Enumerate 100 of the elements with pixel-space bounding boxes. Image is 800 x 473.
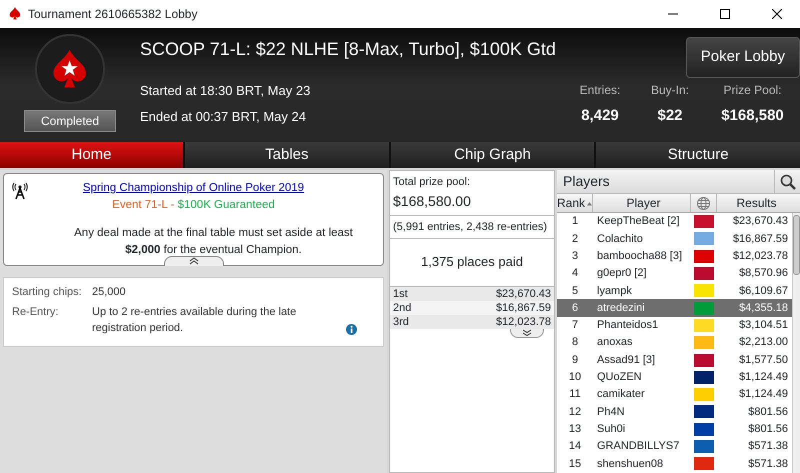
player-name: Suh0i	[596, 422, 626, 437]
player-row[interactable]: 6 atredezini $4,355.18	[557, 299, 792, 317]
tab[interactable]: Tables	[185, 142, 389, 168]
player-name: GRANDBILLYS7	[596, 439, 680, 454]
place-label: 1st	[393, 286, 408, 300]
rank-column-header[interactable]: Rank	[557, 194, 593, 212]
detail-label: Re-Entry:	[12, 304, 60, 320]
result-amount: $3,104.51	[738, 318, 789, 334]
stat-label: Prize Pool:	[723, 82, 782, 99]
tab[interactable]: Home	[0, 142, 183, 168]
result-amount: $4,355.18	[738, 300, 789, 316]
place-label: 3rd	[393, 314, 409, 328]
player-row[interactable]: 8 anoxas $2,213.00	[557, 334, 792, 352]
player-row[interactable]: 9 Assad91 [3] $1,577.50	[557, 351, 792, 369]
rank-text: 8	[570, 335, 580, 350]
result-amount: $12,023.78	[732, 248, 789, 264]
maximize-icon	[720, 9, 730, 19]
collapse-button[interactable]	[164, 256, 224, 266]
result-amount: $2,213.00	[738, 335, 789, 350]
detail-value: 25,000	[92, 285, 126, 300]
info-icon	[346, 324, 357, 334]
result-amount: $1,124.49	[738, 370, 789, 386]
scrollbar[interactable]	[792, 213, 800, 473]
entries-summary: (5,991 entries, 2,438 re-entries)	[390, 216, 554, 239]
players-title: Players	[562, 172, 611, 191]
player-name: g0epr0 [2]	[596, 266, 648, 282]
prize-pool-label: Total prize pool:	[393, 175, 472, 190]
rank-text: 6	[570, 300, 580, 316]
place-amount: $23,670.43	[496, 286, 551, 300]
stat-label: Entries:	[580, 82, 620, 99]
results-column-header[interactable]: Results	[717, 194, 800, 212]
antenna-tower-icon	[12, 182, 28, 200]
player-name: Phanteidos1	[596, 318, 660, 334]
rank-text: 9	[570, 352, 580, 368]
rank-text: 4	[570, 266, 580, 282]
player-row[interactable]: 5 lyampk $6,109.67	[557, 282, 792, 300]
player-name: bamboocha88 [3]	[596, 248, 684, 264]
player-row[interactable]: 3 bamboocha88 [3] $12,023.78	[557, 248, 792, 265]
result-amount: $6,109.67	[738, 284, 789, 299]
rank-text: 7	[570, 318, 580, 334]
close-icon	[772, 9, 782, 19]
search-icon	[780, 174, 796, 190]
tournament-title: SCOOP 71-L: $22 NLHE [8-Max, Turbo], $100K Gtd	[140, 38, 556, 61]
player-row[interactable]: 4 g0epr0 [2] $8,570.96	[557, 264, 792, 282]
rank-text: 14	[568, 439, 582, 454]
result-amount: $571.38	[747, 439, 789, 454]
separator: -	[170, 199, 176, 212]
rank-text: 1	[570, 214, 580, 230]
rank-text: 3	[570, 248, 580, 264]
player-row[interactable]: 14 GRANDBILLYS7 $571.38	[557, 438, 792, 456]
player-row[interactable]: 2 Colachito $16,867.59	[557, 230, 792, 248]
sort-up-icon	[587, 200, 592, 206]
place-amount: $12,023.78	[496, 314, 551, 328]
tab[interactable]: Structure	[596, 142, 800, 168]
rank-text: 12	[568, 404, 582, 420]
tab[interactable]: Chip Graph	[390, 142, 594, 168]
rank-text: 2	[570, 232, 580, 247]
player-name: Ph4N	[596, 404, 626, 420]
stat-value: $168,580	[721, 106, 784, 126]
result-amount: $1,124.49	[738, 387, 789, 402]
player-name: KeepTheBeat [2]	[596, 214, 681, 230]
double-chevron-down-icon	[522, 328, 532, 336]
rank-text: 13	[568, 422, 582, 437]
rank-text: 15	[568, 456, 582, 472]
player-name: Colachito	[596, 232, 644, 247]
result-amount: $16,867.59	[732, 232, 789, 247]
stat-value: 8,429	[581, 106, 619, 126]
result-amount: $801.56	[747, 404, 789, 420]
rank-text: 11	[568, 387, 582, 402]
player-row[interactable]: 1 KeepTheBeat [2] $23,670.43	[557, 213, 792, 230]
player-row[interactable]: 13 Suh0i $801.56	[557, 420, 792, 438]
scroll-thumb[interactable]	[793, 215, 800, 275]
globe-icon	[697, 196, 710, 210]
player-name: anoxas	[596, 335, 634, 350]
place-label: 2nd	[393, 300, 412, 314]
player-column-header[interactable]: Player	[593, 194, 691, 212]
deal-notice: Any deal made at the final table must set aside at least $2,000 for the eventual Champion.	[73, 226, 354, 258]
window-title: Tournament 2610665382 Lobby	[28, 6, 198, 23]
player-name: QUoZEN	[596, 370, 643, 386]
result-amount: $801.56	[747, 422, 789, 437]
player-row[interactable]: 7 Phanteidos1 $3,104.51	[557, 316, 792, 334]
player-row[interactable]: 12 Ph4N $801.56	[557, 403, 792, 421]
detail-value: Up to 2 re-entries available during the late registration period.	[92, 304, 298, 336]
result-amount: $571.38	[747, 456, 789, 472]
guarantee-label: $100K Guaranteed	[178, 199, 275, 212]
prize-pool-value: $168,580.00	[393, 192, 472, 210]
player-row[interactable]: 10 QUoZEN $1,124.49	[557, 368, 792, 386]
championship-link[interactable]: Spring Championship of Online Poker 2019	[82, 180, 304, 198]
player-name: lyampk	[596, 284, 633, 299]
spade-icon	[8, 6, 22, 22]
event-label: Event 71-L	[112, 199, 168, 212]
rank-text: 5	[570, 284, 580, 299]
status-label: Completed	[24, 110, 116, 132]
result-amount: $8,570.96	[738, 266, 789, 282]
player-row[interactable]: 15 shenshuen08 $571.38	[557, 455, 792, 472]
player-name: shenshuen08	[596, 456, 664, 472]
poker-lobby-button[interactable]: Poker Lobby	[686, 37, 800, 78]
end-time: Ended at 00:37 BRT, May 24	[140, 108, 307, 126]
stat-value: $22	[657, 106, 683, 126]
player-row[interactable]: 11 camikater $1,124.49	[557, 386, 792, 404]
